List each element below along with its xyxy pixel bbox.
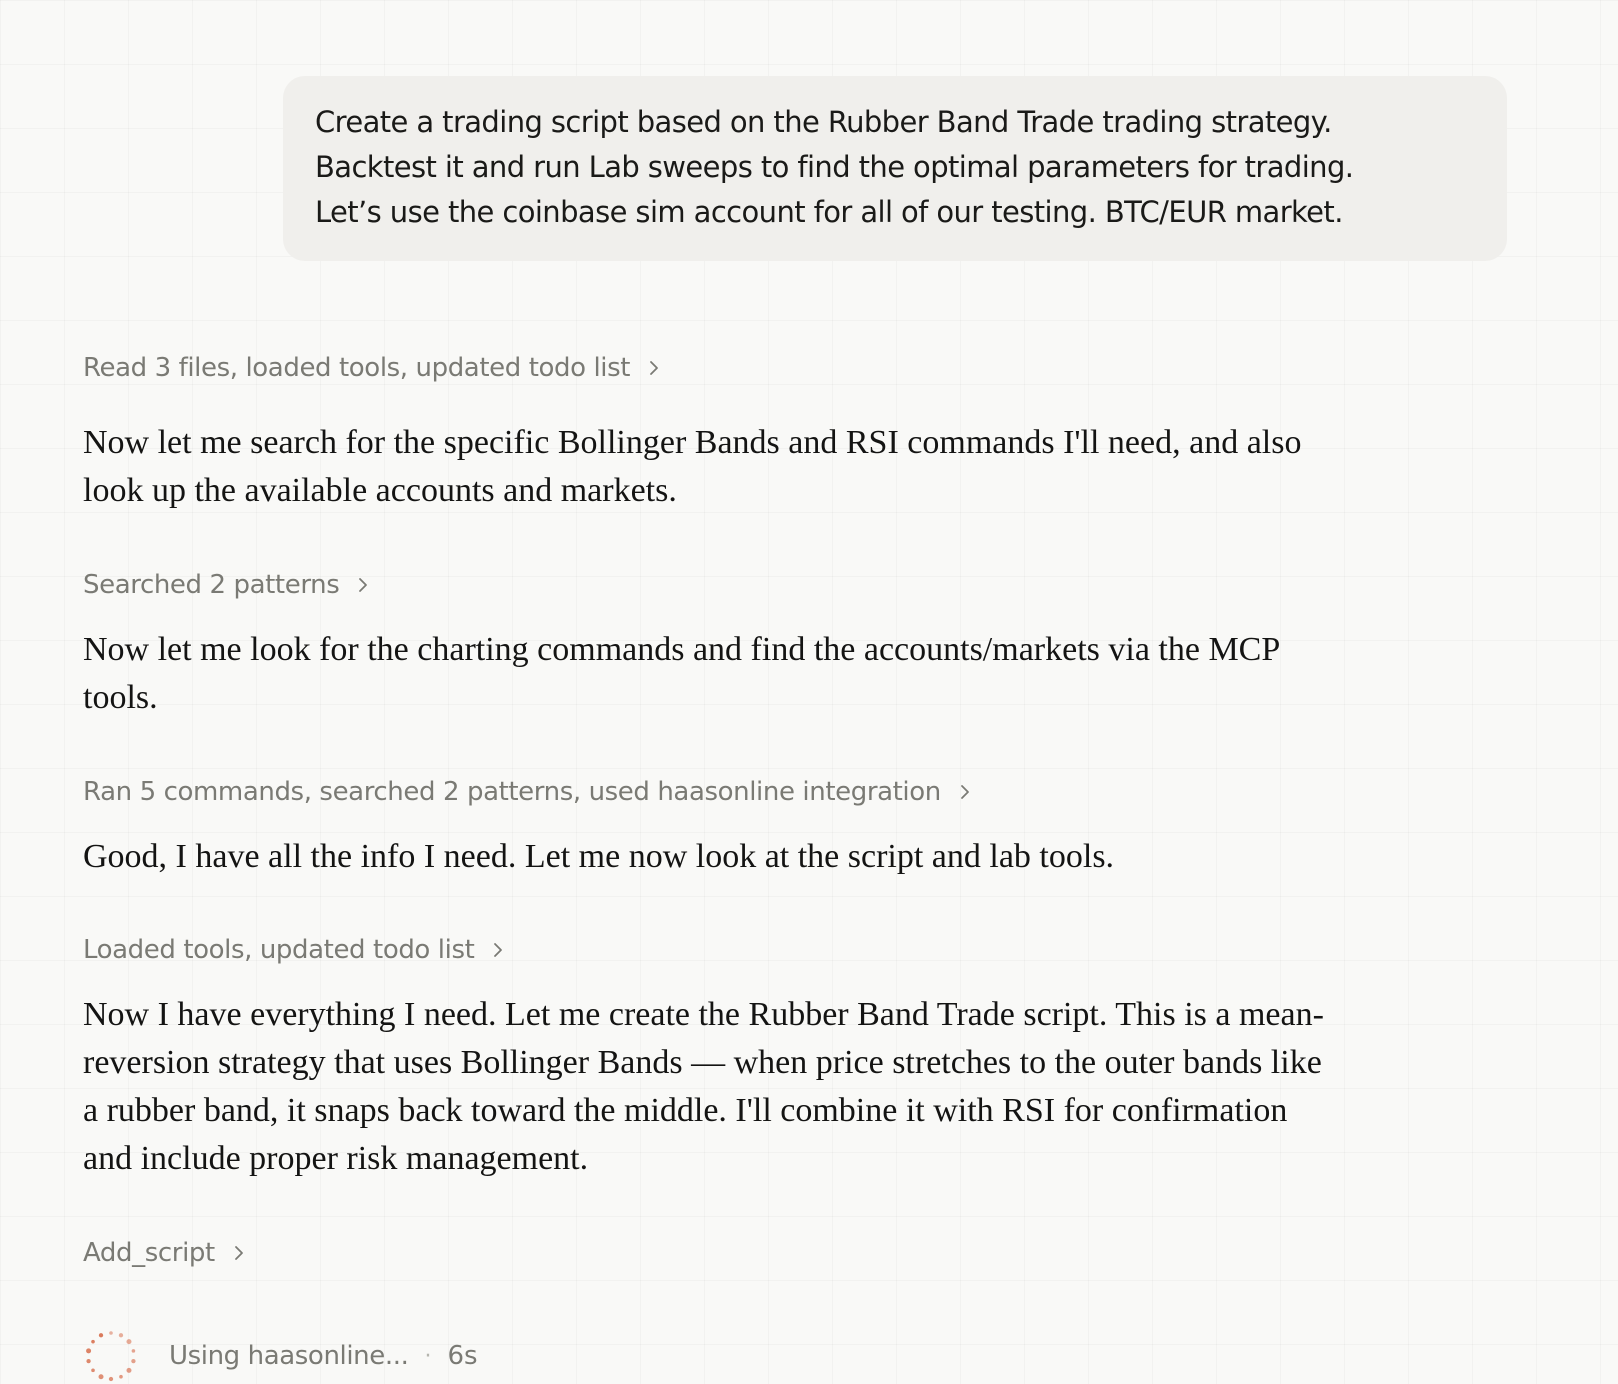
spinner-dot	[108, 1376, 114, 1382]
tool-status-row: Using haasonline... · 6s	[83, 1328, 478, 1384]
spinner-dot	[109, 1331, 113, 1335]
assistant-message: Good, I have all the info I need. Let me…	[83, 833, 1443, 881]
chevron-right-icon	[353, 575, 373, 595]
tool-summary-toggle[interactable]: Read 3 files, loaded tools, updated todo…	[83, 353, 664, 383]
tool-summary-label: Add_script	[83, 1238, 215, 1268]
user-message-line: Backtest it and run Lab sweeps to find t…	[315, 150, 1354, 184]
spinner-dot	[98, 1374, 104, 1380]
spinner-dot	[118, 1333, 124, 1338]
spinner-dot	[98, 1333, 104, 1338]
assistant-message-line: reversion strategy that uses Bollinger B…	[83, 1044, 1322, 1081]
chevron-right-icon	[955, 782, 975, 802]
tool-summary-toggle[interactable]: Add_script	[83, 1238, 249, 1268]
status-separator: ·	[424, 1343, 432, 1369]
tool-summary-label: Read 3 files, loaded tools, updated todo…	[83, 353, 631, 383]
spinner-dot	[86, 1348, 92, 1354]
assistant-message: Now I have everything I need. Let me cre…	[83, 991, 1443, 1183]
assistant-message-line: tools.	[83, 679, 158, 716]
tool-summary-toggle[interactable]: Searched 2 patterns	[83, 570, 373, 600]
status-elapsed-time: 6s	[447, 1341, 478, 1371]
spinner-dot	[131, 1349, 136, 1353]
assistant-message-line: a rubber band, it snaps back toward the …	[83, 1092, 1288, 1129]
tool-summary-label: Searched 2 patterns	[83, 570, 340, 600]
tool-summary-toggle[interactable]: Loaded tools, updated todo list	[83, 935, 508, 965]
spinner-icon	[86, 1331, 136, 1382]
user-message-bubble: Create a trading script based on the Rub…	[283, 76, 1507, 261]
assistant-message: Now let me look for the charting command…	[83, 626, 1443, 722]
chevron-right-icon	[644, 358, 664, 378]
spinner-dot	[91, 1368, 95, 1373]
assistant-message-line: Now let me search for the specific Bolli…	[83, 424, 1302, 461]
status-label: Using haasonline...	[169, 1341, 409, 1371]
assistant-message-line: Good, I have all the info I need. Let me…	[83, 838, 1115, 875]
spinner-dot	[126, 1367, 132, 1373]
chevron-right-icon	[229, 1243, 249, 1263]
assistant-message-line: Now I have everything I need. Let me cre…	[83, 996, 1324, 1033]
spinner-dot	[86, 1358, 91, 1364]
user-message-line: Create a trading script based on the Rub…	[315, 105, 1332, 139]
assistant-message-line: look up the available accounts and marke…	[83, 472, 677, 509]
spinner-dot	[91, 1339, 95, 1344]
assistant-message-line: Now let me look for the charting command…	[83, 631, 1281, 668]
assistant-message: Now let me search for the specific Bolli…	[83, 419, 1443, 515]
tool-summary-toggle[interactable]: Ran 5 commands, searched 2 patterns, use…	[83, 777, 975, 807]
user-message-line: Let’s use the coinbase sim account for a…	[315, 195, 1343, 229]
spinner-dot	[126, 1339, 132, 1345]
chevron-right-icon	[488, 940, 508, 960]
spinner-dot	[131, 1358, 136, 1364]
tool-summary-label: Loaded tools, updated todo list	[83, 935, 475, 965]
tool-summary-label: Ran 5 commands, searched 2 patterns, use…	[83, 777, 941, 807]
assistant-message-line: and include proper risk management.	[83, 1140, 589, 1177]
spinner-dot	[119, 1374, 123, 1379]
